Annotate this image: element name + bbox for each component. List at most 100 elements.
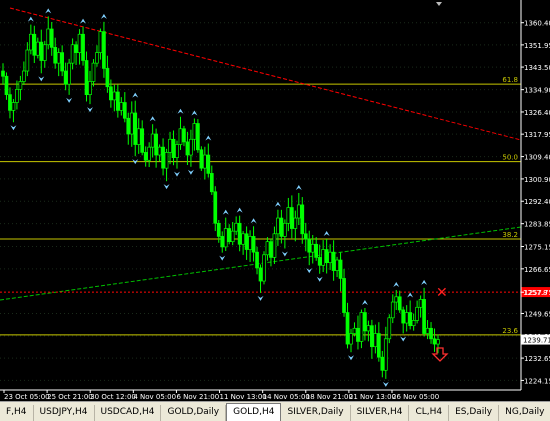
candle-body xyxy=(324,249,329,264)
candle-body xyxy=(28,33,33,51)
price-tick-label: 1351.95 xyxy=(524,42,550,50)
fractal-down-marker xyxy=(257,295,264,301)
candlesticks xyxy=(1,16,440,379)
candle-body xyxy=(8,94,12,111)
fractal-down-marker xyxy=(219,255,226,261)
time-tick-label: 30 Oct 12:00 xyxy=(90,393,136,401)
candle-body xyxy=(303,233,308,240)
candle-body xyxy=(328,251,332,264)
candle-body xyxy=(115,91,120,111)
candle-body xyxy=(241,233,245,245)
candle-body xyxy=(196,123,200,151)
price-axis: 1360.40 1351.95 1343.50 1334.90 1326.40 1317.… xyxy=(520,0,550,390)
candle-body xyxy=(335,259,339,271)
candle-body xyxy=(39,41,44,61)
candle-body xyxy=(314,243,319,258)
fractal-up-marker xyxy=(27,16,34,22)
fractal-up-marker xyxy=(407,292,414,298)
time-tick-label: 14 Nov 05:00 xyxy=(263,393,310,401)
candle-body xyxy=(432,338,437,345)
fractal-up-marker xyxy=(250,218,257,224)
candle-body xyxy=(370,325,374,348)
candle-body xyxy=(164,152,169,169)
candle-body xyxy=(237,222,242,245)
fractal-up-marker xyxy=(323,231,330,237)
time-tick-label: 4 Nov 05:00 xyxy=(133,393,176,401)
chart-tab[interactable]: ES,Daily xyxy=(449,405,500,421)
candle-body xyxy=(77,33,82,53)
candle-body xyxy=(25,49,30,72)
candle-body xyxy=(373,333,378,348)
candle-body xyxy=(105,68,110,88)
candle-body xyxy=(67,62,71,85)
candle-body xyxy=(321,249,326,266)
candle-body xyxy=(98,31,103,53)
candle-body xyxy=(397,296,402,311)
candle-body xyxy=(154,133,158,156)
sell-signal[interactable]: ✕ xyxy=(431,285,449,362)
candle-body xyxy=(422,299,426,334)
price-tick-label: 1224.15 xyxy=(524,377,550,385)
candle-body xyxy=(220,236,225,248)
chart-tab[interactable]: GOLD,Daily xyxy=(161,405,227,421)
candle-body xyxy=(415,306,419,321)
candle-body xyxy=(175,144,179,158)
candle-body xyxy=(63,70,68,85)
x-mark-icon: ✕ xyxy=(436,285,448,301)
candle-body xyxy=(147,146,152,161)
price-chart[interactable]: 61.850.038.223.6 1257.8 1360.401351.9513… xyxy=(0,0,550,401)
candle-body xyxy=(15,89,19,103)
candle-body xyxy=(258,267,263,282)
fractal-down-marker xyxy=(174,171,180,177)
price-tick-label: 1275.15 xyxy=(524,244,550,252)
price-tick-label: 1257.75 xyxy=(524,289,550,297)
candle-body xyxy=(349,333,353,345)
fractal-down-marker xyxy=(38,76,45,82)
candle-body xyxy=(56,52,61,64)
time-tick-label: 23 Oct 05:00 xyxy=(4,393,50,401)
candle-body xyxy=(129,112,134,135)
time-tick-label: 18 Nov 21:00 xyxy=(306,393,353,401)
chart-tab[interactable]: CL,H4 xyxy=(409,405,450,421)
candle-body xyxy=(189,138,193,156)
fractal-down-marker xyxy=(316,276,323,282)
fractal-down-marker xyxy=(87,107,93,113)
candle-body xyxy=(272,233,277,258)
candle-body xyxy=(60,52,65,72)
chart-tab[interactable]: GOLD,H4 xyxy=(226,403,282,421)
fractal-up-marker xyxy=(236,207,243,213)
candle-body xyxy=(376,333,381,358)
candle-body xyxy=(126,117,131,135)
chart-tab[interactable]: F,H4 xyxy=(0,405,34,421)
candle-body xyxy=(171,138,176,158)
candle-body xyxy=(411,320,416,327)
time-tick-label: 6 Nov 21:00 xyxy=(176,393,219,401)
candle-body xyxy=(112,91,117,101)
chart-tab[interactable]: USDCAD,H4 xyxy=(95,405,162,421)
candle-body xyxy=(248,236,252,250)
time-tick-label: 25 Oct 21:00 xyxy=(47,393,93,401)
candle-body xyxy=(366,325,371,332)
candle-body xyxy=(234,222,239,232)
candle-body xyxy=(42,44,47,61)
candle-body xyxy=(88,81,92,95)
fractal-up-marker xyxy=(45,8,52,14)
triangle-down-icon[interactable] xyxy=(436,2,442,6)
candle-body xyxy=(109,86,113,101)
candle-body xyxy=(276,217,280,235)
candle-body xyxy=(352,327,357,334)
fractal-up-marker xyxy=(132,92,139,98)
price-tick-label: 1283.85 xyxy=(524,221,550,229)
price-tick-label: 1309.40 xyxy=(524,154,550,162)
candle-body xyxy=(418,299,423,308)
fractal-up-marker xyxy=(100,13,107,19)
chart-tab[interactable]: SILVER,H4 xyxy=(351,405,410,421)
chart-tab[interactable]: NG,Daily xyxy=(499,405,550,421)
candle-body xyxy=(394,296,399,303)
chart-tab[interactable]: USDJPY,H4 xyxy=(34,405,95,421)
chart-tab[interactable]: SILVER,Daily xyxy=(281,405,351,421)
price-tick-label: 1232.65 xyxy=(524,355,550,363)
fractal-up-marker xyxy=(191,110,198,116)
candle-body xyxy=(74,44,78,53)
fractal-up-marker xyxy=(177,108,184,114)
